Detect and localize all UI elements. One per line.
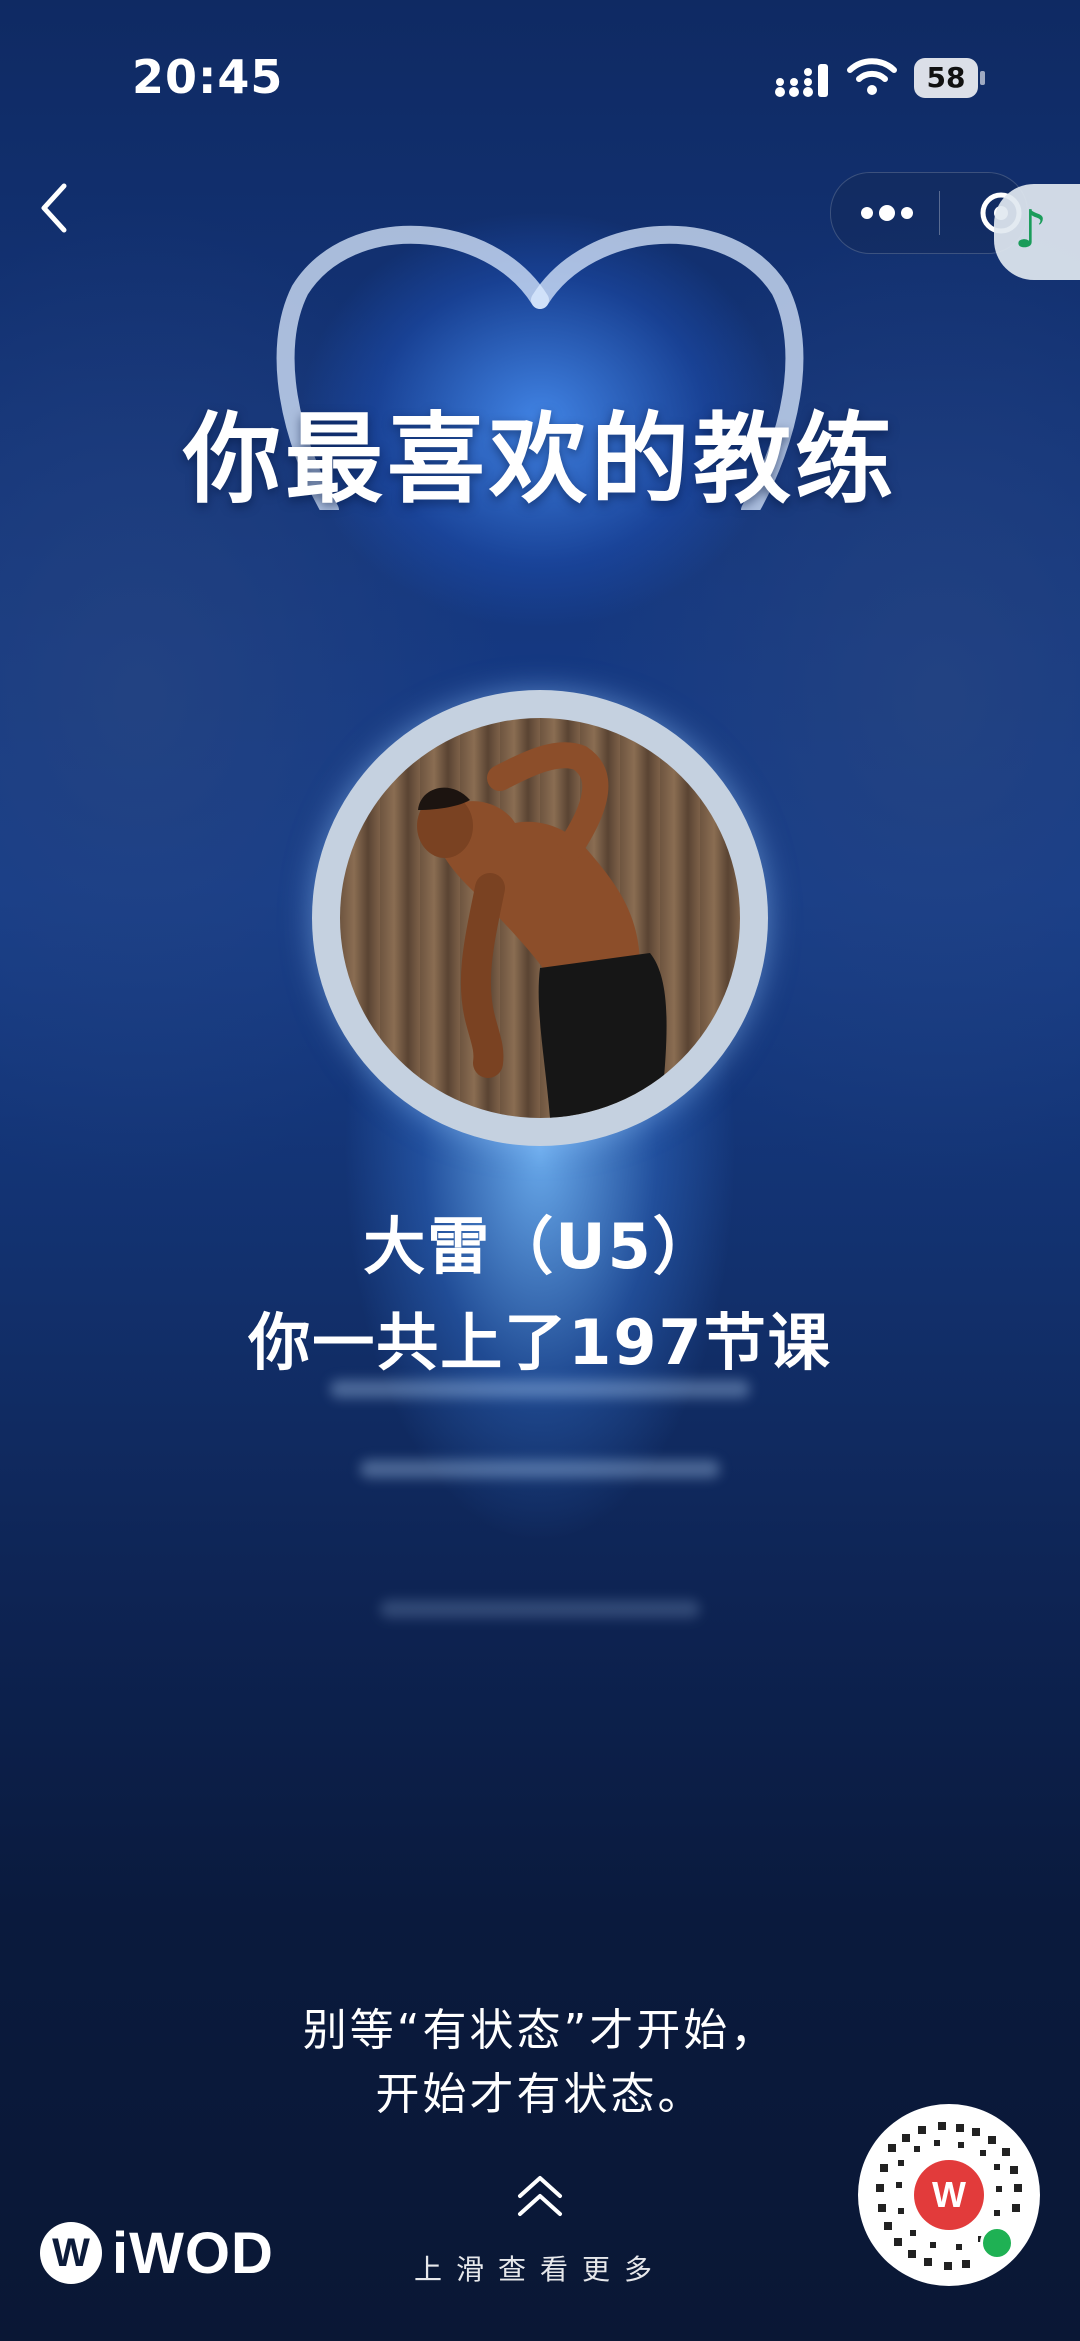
back-button[interactable] [34, 180, 74, 236]
coach-avatar [340, 718, 740, 1118]
battery-level: 58 [914, 58, 978, 98]
coach-name: 大雷（U5） [363, 1210, 717, 1283]
status-time: 20:45 [132, 50, 284, 104]
double-chevron-up-icon[interactable] [514, 2172, 566, 2220]
qr-center-logo: W [914, 2160, 984, 2230]
coach-avatar-frame [312, 690, 768, 1146]
music-toggle-button[interactable]: ♪ [994, 184, 1080, 280]
coach-photo [417, 742, 667, 1118]
water-reflection [360, 1460, 720, 1478]
mini-program-badge-icon [980, 2226, 1014, 2260]
battery-nub [980, 71, 985, 85]
wifi-icon [847, 58, 897, 95]
capsule-divider [939, 191, 940, 235]
logo-mark-icon: W [40, 2222, 102, 2284]
music-note-icon: ♪ [1014, 200, 1048, 260]
signal-icon [775, 64, 828, 97]
battery-indicator: 58 [914, 58, 986, 98]
brand-name: iWOD [112, 2220, 274, 2286]
mini-program-qr-icon[interactable]: W [858, 2104, 1040, 2286]
class-count-text: 你一共上了197节课 [248, 1306, 832, 1379]
more-dots-icon[interactable] [855, 191, 919, 235]
water-reflection [380, 1600, 700, 1618]
quote-line-1: 别等“有状态”才开始， [302, 2005, 778, 2056]
brand-logo: W iWOD [40, 2218, 274, 2288]
page-title: 你最喜欢的教练 [182, 403, 897, 517]
water-reflection [330, 1380, 750, 1398]
